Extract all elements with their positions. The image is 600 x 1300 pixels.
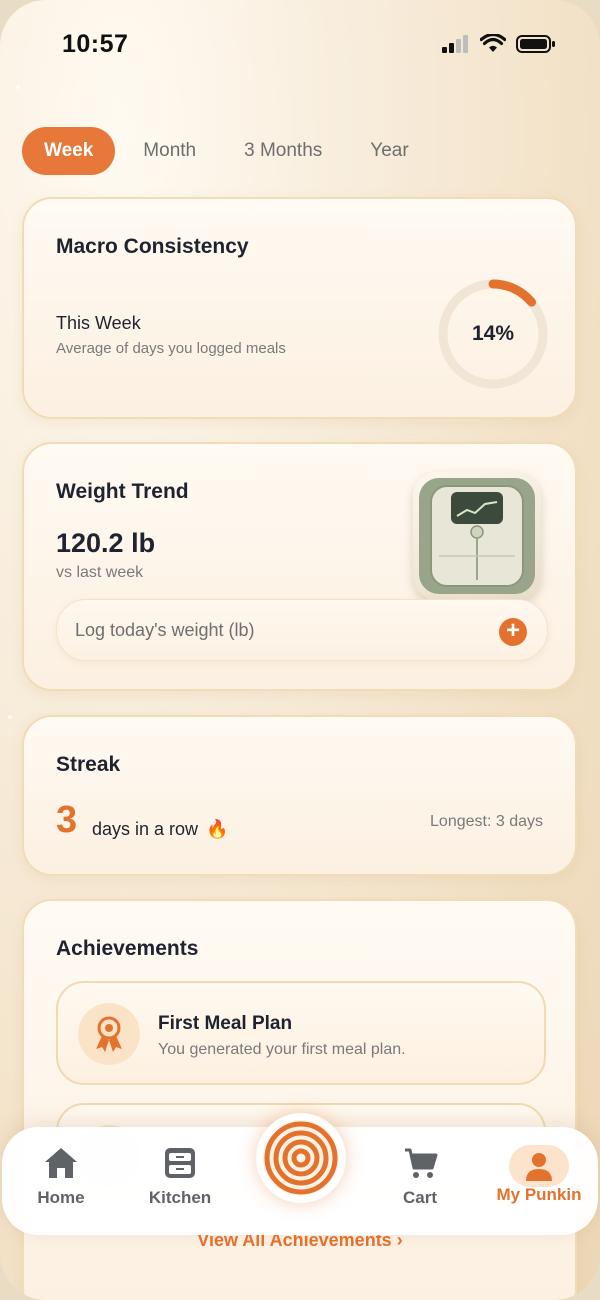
tab-month[interactable]: Month	[121, 127, 218, 175]
award-badge	[78, 1003, 140, 1065]
achievement-title: First Meal Plan	[158, 1013, 293, 1034]
scale-illustration	[413, 472, 541, 600]
macro-title: Macro Consistency	[56, 235, 249, 258]
weight-value: 120.2 lb	[56, 528, 156, 558]
streak-title: Streak	[56, 753, 121, 776]
add-weight-button[interactable]: +	[499, 618, 527, 646]
weight-title: Weight Trend	[56, 480, 189, 503]
signal-icon	[442, 35, 468, 53]
achievement-description: You generated your first meal plan.	[158, 1041, 406, 1058]
macro-percent: 14%	[471, 322, 515, 345]
streak-count: 3	[56, 799, 78, 841]
spiral-logo-icon	[263, 1120, 339, 1196]
nav-my-punkin-label: My Punkin	[496, 1185, 582, 1204]
macro-consistency-card: Macro Consistency This Week Average of d…	[22, 197, 577, 419]
bottom-nav: Home Kitchen Cart My Punkin	[2, 1113, 598, 1235]
achievement-item[interactable]: First Meal Plan You generated your first…	[56, 981, 546, 1085]
macro-period: This Week	[56, 313, 141, 333]
nav-home-label: Home	[37, 1188, 85, 1207]
scale-icon	[419, 478, 535, 594]
fire-icon: 🔥	[206, 819, 229, 839]
nav-kitchen[interactable]: Kitchen	[125, 1145, 235, 1208]
streak-card: Streak 3 days in a row 🔥 Longest: 3 days	[22, 715, 577, 876]
streak-label: days in a row	[92, 819, 199, 839]
status-bar: 10:57	[0, 0, 600, 90]
macro-description: Average of days you logged meals	[56, 340, 286, 357]
tab-year[interactable]: Year	[348, 127, 430, 175]
nav-cart[interactable]: Cart	[365, 1145, 475, 1208]
nav-center-logo-button[interactable]	[256, 1113, 346, 1203]
nav-home[interactable]: Home	[6, 1145, 116, 1208]
period-tabs: Week Month 3 Months Year	[22, 127, 431, 175]
status-icons	[442, 34, 556, 54]
app-screen: 10:57 Week Month 3 Months Year Macro Con…	[0, 0, 600, 1300]
nav-kitchen-label: Kitchen	[148, 1188, 212, 1207]
streak-label-row: days in a row 🔥	[92, 819, 228, 840]
streak-longest: Longest: 3 days	[430, 813, 543, 830]
nav-active-pill	[509, 1145, 569, 1187]
battery-icon	[516, 35, 555, 53]
nav-my-punkin[interactable]: My Punkin	[484, 1145, 594, 1205]
nav-cart-label: Cart	[402, 1188, 437, 1207]
award-icon	[96, 1016, 122, 1052]
achievements-title: Achievements	[56, 937, 199, 960]
kitchen-icon	[165, 1148, 195, 1178]
status-time: 10:57	[62, 30, 129, 58]
person-icon	[526, 1153, 552, 1181]
log-weight-placeholder: Log today's weight (lb)	[75, 620, 255, 640]
tab-3-months[interactable]: 3 Months	[222, 127, 344, 175]
weight-comparison: vs last week	[56, 564, 144, 581]
tab-week[interactable]: Week	[22, 127, 116, 175]
log-weight-input[interactable]: Log today's weight (lb) +	[56, 599, 548, 661]
wifi-icon	[480, 34, 506, 52]
home-icon	[45, 1148, 77, 1178]
cart-icon	[405, 1148, 438, 1178]
sparkle-decoration	[8, 715, 12, 719]
weight-trend-card: Weight Trend 120.2 lb vs last week Log t…	[22, 442, 577, 691]
